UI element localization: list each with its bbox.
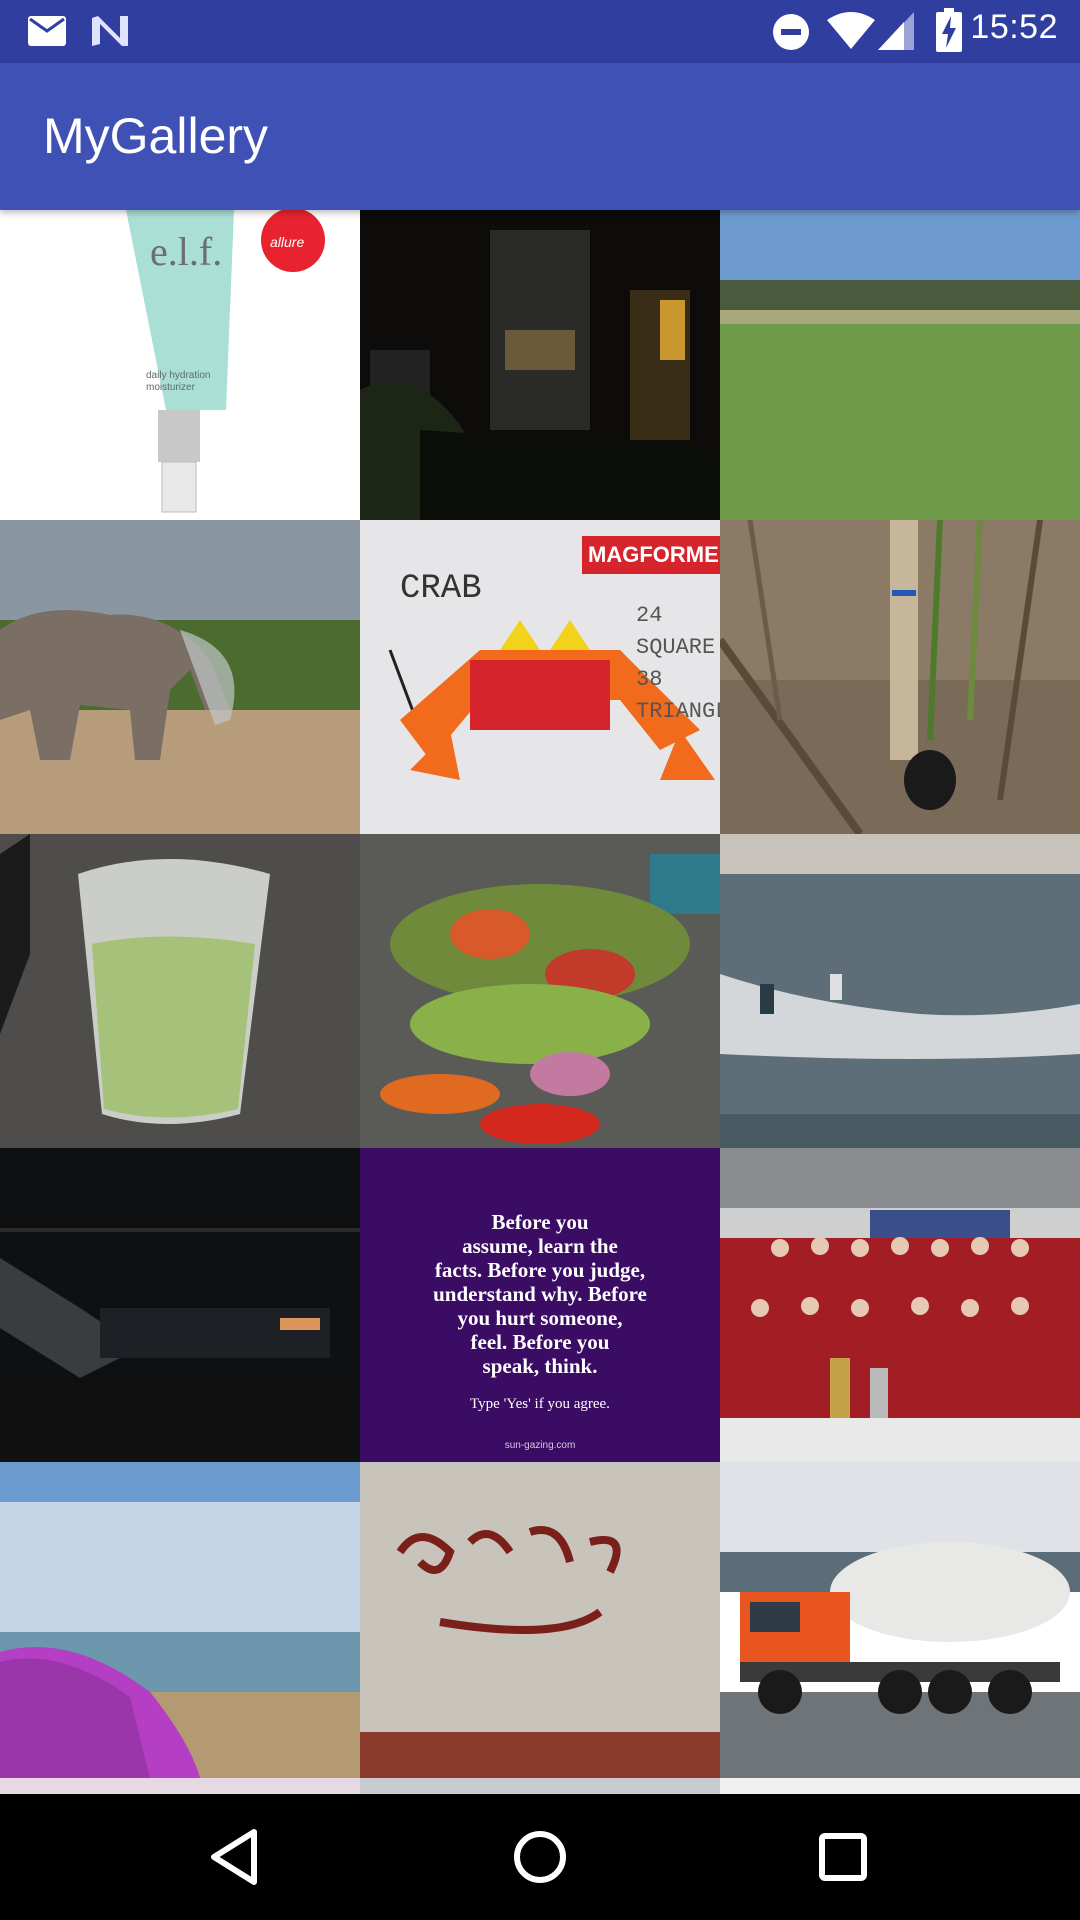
quote-line: you hurt someone, (457, 1306, 623, 1330)
surfers-image (720, 834, 1080, 1148)
gallery-tile-magformers[interactable]: MAGFORMERS CRAB 24 SQUARE 38 TRIANGLE (360, 520, 720, 834)
signal-icon (878, 12, 914, 50)
gallery-tile-graffiti-wall[interactable] (360, 1462, 720, 1778)
quote-line: assume, learn the (462, 1234, 618, 1258)
wifi-icon (827, 12, 875, 49)
quote-site: sun-gazing.com (504, 1440, 576, 1451)
app-title: MyGallery (43, 108, 269, 164)
status-bar: 15:52 (0, 0, 1080, 63)
gallery-tile-cosmetic-tube[interactable]: e.l.f. daily hydration moisturizer allur… (0, 210, 360, 520)
gallery-grid[interactable]: e.l.f. daily hydration moisturizer allur… (0, 210, 1080, 1794)
gallery-tile-hockey-team[interactable] (720, 1148, 1080, 1462)
beach-umbrella-image (0, 1462, 360, 1778)
gallery-tile-city-night[interactable] (360, 210, 720, 520)
app-bar: MyGallery (0, 63, 1080, 210)
gallery-tile-grass-field[interactable] (720, 210, 1080, 520)
recents-button[interactable] (808, 1822, 878, 1892)
grass-field-image (720, 210, 1080, 520)
quote-line: facts. Before you judge, (434, 1258, 646, 1282)
tile-badge-label: allure (270, 234, 305, 250)
do-not-disturb-icon (773, 14, 809, 50)
tile-product-label: daily hydration moisturizer (146, 370, 211, 393)
home-button[interactable] (505, 1822, 575, 1892)
gallery-tile-cement-truck[interactable] (720, 1462, 1080, 1778)
gallery-tile-quote-card[interactable]: Before you assume, learn the facts. Befo… (360, 1148, 720, 1462)
green-smoothie-image (0, 834, 360, 1148)
gallery-tile-vegetable-market[interactable] (360, 834, 720, 1148)
quote-line: understand why. Before (433, 1282, 647, 1306)
quote-cta: Type 'Yes' if you agree. (470, 1396, 610, 1412)
quote-line: feel. Before you (470, 1330, 610, 1354)
magformers-brand-label: MAGFORMERS (588, 542, 720, 567)
magformers-crab-label: CRAB (400, 570, 482, 608)
graffiti-wall-image (360, 1462, 720, 1778)
navigation-bar (0, 1794, 1080, 1920)
night-harbor-image (0, 1148, 360, 1462)
gallery-tile-green-smoothie[interactable] (0, 834, 360, 1148)
elephant-image (0, 520, 360, 834)
bamboo-forest-image (720, 520, 1080, 834)
gallery-tile-bamboo-forest[interactable] (720, 520, 1080, 834)
hockey-team-image (720, 1148, 1080, 1462)
quote-text: Before you assume, learn the facts. Befo… (360, 1210, 720, 1378)
back-button[interactable] (202, 1822, 272, 1892)
tile-brand-label: e.l.f. (150, 229, 223, 274)
mail-icon (28, 16, 66, 46)
gallery-tile-partial[interactable] (720, 1778, 1080, 1794)
magformers-side-label: 24 SQUARE 38 TRIANGLE (636, 603, 720, 724)
gallery-tile-surfers[interactable] (720, 834, 1080, 1148)
vegetable-market-image (360, 834, 720, 1148)
gallery-tile-partial[interactable] (0, 1778, 360, 1794)
quote-line: speak, think. (482, 1354, 598, 1378)
quote-line: Before you (491, 1210, 589, 1234)
battery-charging-icon (936, 8, 962, 52)
gallery-tile-elephant[interactable] (0, 520, 360, 834)
n-logo-icon (92, 16, 128, 46)
gallery-tile-partial[interactable] (360, 1778, 720, 1794)
gallery-tile-beach-umbrella[interactable] (0, 1462, 360, 1778)
gallery-tile-night-harbor[interactable] (0, 1148, 360, 1462)
status-time: 15:52 (970, 8, 1058, 46)
cement-truck-image (720, 1462, 1080, 1778)
city-night-image (360, 210, 720, 520)
